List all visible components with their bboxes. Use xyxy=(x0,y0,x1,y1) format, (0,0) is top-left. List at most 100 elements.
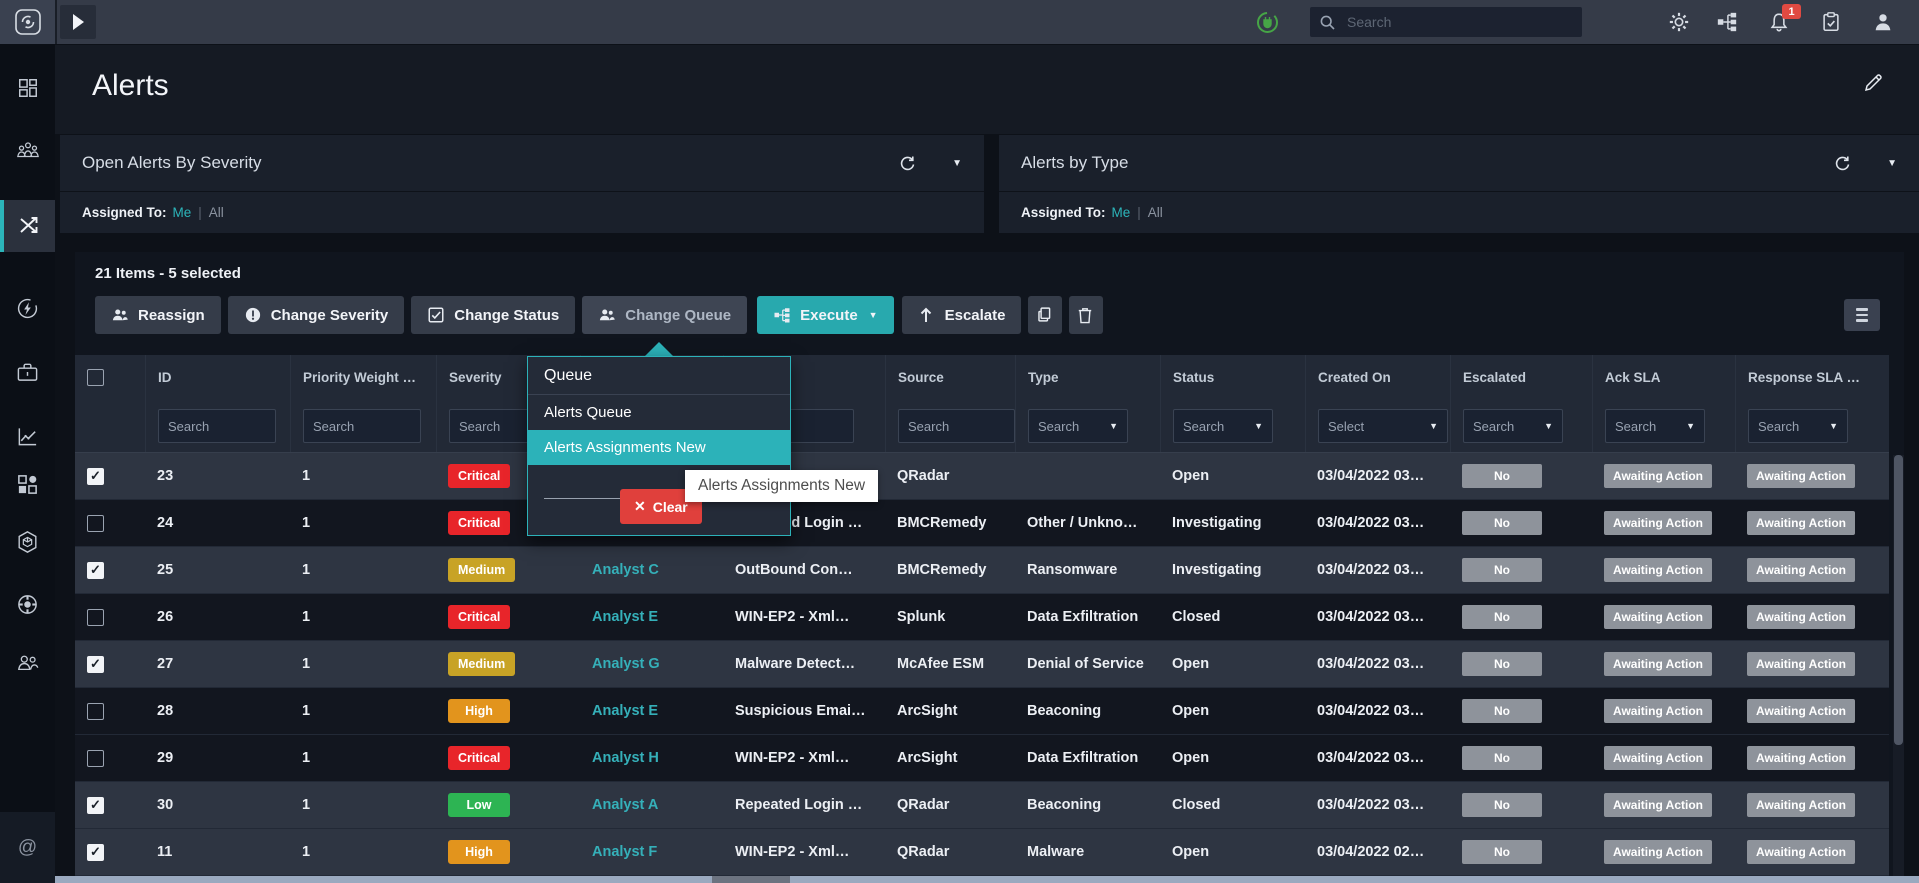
cell-assigned-to[interactable]: Analyst H xyxy=(580,735,723,781)
filter-resp_sla[interactable]: Search▼ xyxy=(1748,409,1848,443)
row-checkbox[interactable]: ✓ xyxy=(87,468,104,485)
sidebar-item-hub[interactable] xyxy=(0,578,55,630)
change-status-button[interactable]: Change Status xyxy=(411,296,575,334)
sidebar-item-widgets[interactable] xyxy=(0,458,55,510)
sidebar-item-incidents-active[interactable] xyxy=(0,200,55,252)
column-header-escalated[interactable]: Escalated xyxy=(1450,355,1592,400)
horizontal-scrollbar-thumb[interactable] xyxy=(712,876,790,883)
column-header-type[interactable]: Type xyxy=(1015,355,1160,400)
select-all-checkbox[interactable] xyxy=(87,369,104,386)
column-header-resp_sla[interactable]: Response SLA … xyxy=(1735,355,1889,400)
hierarchy-icon[interactable] xyxy=(1716,11,1738,33)
row-checkbox[interactable] xyxy=(87,703,104,720)
row-checkbox[interactable]: ✓ xyxy=(87,562,104,579)
delete-button[interactable] xyxy=(1069,296,1103,334)
filter-status[interactable]: Search▼ xyxy=(1173,409,1273,443)
filter-type[interactable]: Search▼ xyxy=(1028,409,1128,443)
alert-row-26[interactable]: 261CriticalAnalyst EWIN-EP2 - Xml…Splunk… xyxy=(75,594,1889,641)
alert-row-23[interactable]: ✓231CriticalQRadarOpen03/04/2022 03…NoAw… xyxy=(75,453,1889,500)
row-checkbox[interactable] xyxy=(87,750,104,767)
column-header-ack_sla[interactable]: Ack SLA xyxy=(1592,355,1735,400)
refresh-icon[interactable] xyxy=(899,155,916,172)
notification-badge: 1 xyxy=(1782,4,1801,19)
filter-cell-type: Search▼ xyxy=(1015,400,1160,452)
connector-status-icon[interactable] xyxy=(1256,11,1279,34)
row-checkbox[interactable] xyxy=(87,515,104,532)
sidebar-item-people[interactable] xyxy=(0,636,55,688)
chevron-down-icon[interactable]: ▼ xyxy=(1887,158,1897,169)
filter-source[interactable]: Search xyxy=(898,409,1015,443)
escalate-button[interactable]: Escalate xyxy=(902,296,1022,334)
bulk-actions-toolbar: Reassign Change Severity xyxy=(95,296,1110,334)
user-icon[interactable] xyxy=(1872,11,1894,33)
cell-assigned-to[interactable]: Analyst C xyxy=(580,547,723,593)
app-logo[interactable] xyxy=(0,0,57,44)
cell-assigned-to[interactable]: Analyst E xyxy=(580,688,723,734)
sidebar-item-dashboard[interactable] xyxy=(0,62,55,114)
filter-created[interactable]: Select▼ xyxy=(1318,409,1448,443)
filter-id[interactable]: Search xyxy=(158,409,276,443)
chevron-down-icon: ▼ xyxy=(1676,421,1695,431)
alert-row-30[interactable]: ✓301LowAnalyst ARepeated Login …QRadarBe… xyxy=(75,782,1889,829)
column-header-weight[interactable]: Priority Weight … xyxy=(290,355,436,400)
at-sign-icon[interactable]: @ xyxy=(0,822,55,874)
column-header-source[interactable]: Source xyxy=(885,355,1015,400)
cell-assigned-to[interactable]: Analyst G xyxy=(580,641,723,687)
alert-row-24[interactable]: 241CriticalRepeated Login …BMCRemedyOthe… xyxy=(75,500,1889,547)
column-header-created[interactable]: Created On xyxy=(1305,355,1450,400)
column-header-cb[interactable] xyxy=(75,355,145,400)
execute-button[interactable]: Execute ▼ xyxy=(757,296,893,334)
alert-row-11[interactable]: ✓111HighAnalyst FWIN-EP2 - Xml…QRadarMal… xyxy=(75,829,1889,876)
copy-button[interactable] xyxy=(1028,296,1062,334)
chevron-down-icon[interactable]: ▼ xyxy=(952,158,962,169)
sidebar-item-team[interactable] xyxy=(0,124,55,176)
search-input[interactable] xyxy=(1345,13,1549,31)
horizontal-scrollbar[interactable] xyxy=(55,876,1919,883)
filter-escalated[interactable]: Search▼ xyxy=(1463,409,1563,443)
cell-created-on: 03/04/2022 03… xyxy=(1305,735,1450,781)
sidebar-item-connectors[interactable] xyxy=(0,516,55,568)
global-search[interactable] xyxy=(1310,7,1582,37)
change-queue-button[interactable]: Change Queue xyxy=(582,296,747,334)
alerts-grid-card: 21 Items - 5 selected Reassign xyxy=(75,252,1904,876)
filter-ack_sla[interactable]: Search▼ xyxy=(1605,409,1705,443)
cell-assigned-to[interactable]: Analyst E xyxy=(580,594,723,640)
row-checkbox[interactable]: ✓ xyxy=(87,656,104,673)
cell-assigned-to[interactable]: Analyst F xyxy=(580,829,723,875)
assigned-all-link[interactable]: All xyxy=(209,205,224,220)
sidebar-item-automation[interactable] xyxy=(0,282,55,334)
edit-pencil-icon[interactable] xyxy=(1863,73,1883,93)
clipboard-icon[interactable] xyxy=(1820,11,1842,33)
alert-row-28[interactable]: 281HighAnalyst ESuspicious Emai…ArcSight… xyxy=(75,688,1889,735)
filter-weight[interactable]: Search xyxy=(303,409,421,443)
alert-row-25[interactable]: ✓251MediumAnalyst COutBound Con…BMCRemed… xyxy=(75,547,1889,594)
row-checkbox[interactable] xyxy=(87,609,104,626)
assigned-all-link[interactable]: All xyxy=(1148,205,1163,220)
automation-bolt-icon xyxy=(16,297,39,320)
alert-row-27[interactable]: ✓271MediumAnalyst GMalware Detect…McAfee… xyxy=(75,641,1889,688)
vertical-scrollbar-thumb[interactable] xyxy=(1894,455,1903,745)
refresh-icon[interactable] xyxy=(1834,155,1851,172)
grid-settings-button[interactable] xyxy=(1844,299,1880,331)
assigned-me-link[interactable]: Me xyxy=(1112,205,1131,220)
queue-option-alerts-assignments-new[interactable]: Alerts Assignments New xyxy=(528,430,790,465)
column-header-id[interactable]: ID xyxy=(145,355,290,400)
gear-icon[interactable] xyxy=(1668,11,1690,33)
assigned-me-link[interactable]: Me xyxy=(173,205,192,220)
vertical-scrollbar[interactable] xyxy=(1893,455,1904,876)
queue-option-alerts-queue[interactable]: Alerts Queue xyxy=(528,395,790,430)
column-header-status[interactable]: Status xyxy=(1160,355,1305,400)
search-icon xyxy=(1320,15,1335,30)
sidebar-expand-button[interactable] xyxy=(60,5,96,39)
row-checkbox[interactable]: ✓ xyxy=(87,844,104,861)
alert-row-29[interactable]: 291CriticalAnalyst HWIN-EP2 - Xml…ArcSig… xyxy=(75,735,1889,782)
panel-title: Alerts by Type xyxy=(1021,153,1128,173)
reassign-button[interactable]: Reassign xyxy=(95,296,221,334)
sidebar-item-cases[interactable] xyxy=(0,346,55,398)
row-checkbox[interactable]: ✓ xyxy=(87,797,104,814)
sidebar-item-reports[interactable] xyxy=(0,410,55,462)
page-title: Alerts xyxy=(92,69,169,103)
change-severity-button[interactable]: Change Severity xyxy=(228,296,405,334)
cell-assigned-to[interactable]: Analyst A xyxy=(580,782,723,828)
filter-cell-ack_sla: Search▼ xyxy=(1592,400,1735,452)
